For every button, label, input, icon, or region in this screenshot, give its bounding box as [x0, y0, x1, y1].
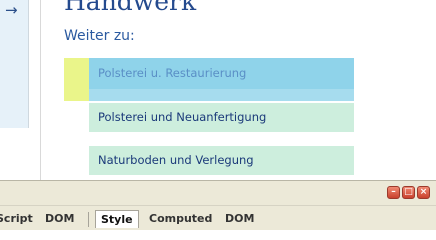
minimize-icon[interactable]: – — [387, 186, 400, 199]
restore-icon[interactable]: □ — [402, 186, 415, 199]
tab-script[interactable]: Script — [0, 210, 38, 228]
left-nav-panel: → — [0, 0, 29, 128]
close-icon[interactable]: × — [417, 186, 430, 199]
inspector-margin-highlight — [64, 58, 89, 101]
tab-dom-right[interactable]: DOM — [220, 210, 259, 228]
subheading: Weiter zu: — [64, 28, 135, 44]
list-item-label[interactable]: Polsterei u. Restaurierung — [98, 66, 246, 80]
page-heading: Handwerk — [64, 0, 197, 16]
content-divider — [40, 0, 41, 180]
window-controls: – □ × — [387, 186, 430, 199]
tab-separator — [88, 212, 89, 227]
list-item[interactable]: Naturboden und Verlegung — [89, 146, 354, 175]
tab-computed[interactable]: Computed — [144, 210, 217, 228]
arrow-right-icon[interactable]: → — [5, 1, 18, 19]
devtools-tabbar: Script DOM Style Computed DOM — [0, 205, 436, 230]
devtools-panel: – □ × Script DOM Style Computed DOM — [0, 180, 436, 230]
tab-dom-left[interactable]: DOM — [40, 210, 79, 228]
list-item-label[interactable]: Naturboden und Verlegung — [98, 153, 254, 167]
inspector-padding-highlight — [89, 89, 354, 101]
list-item-label[interactable]: Polsterei und Neuanfertigung — [98, 110, 266, 124]
list-item[interactable]: Polsterei und Neuanfertigung — [89, 103, 354, 132]
list-item-highlighted[interactable]: Polsterei u. Restaurierung — [64, 58, 354, 101]
tab-style[interactable]: Style — [95, 210, 139, 228]
